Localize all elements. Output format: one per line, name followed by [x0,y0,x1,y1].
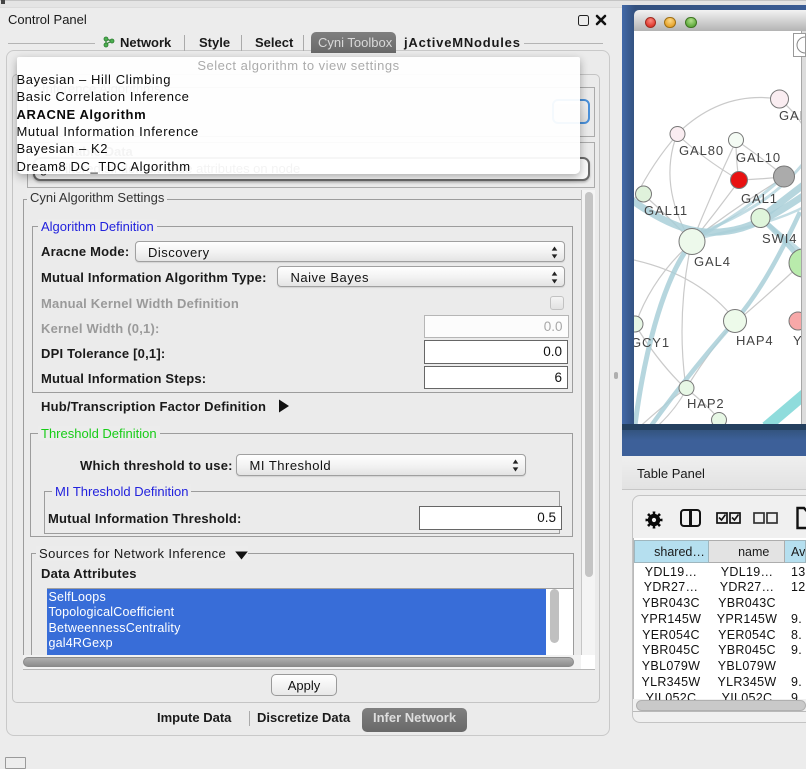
svg-text:GAL11: GAL11 [644,203,688,218]
svg-text:GAL1: GAL1 [741,191,778,206]
svg-text:GAL4: GAL4 [694,254,731,269]
svg-text:GAL80: GAL80 [679,143,724,158]
svg-text:SWI4: SWI4 [762,231,797,246]
svg-text:HAP2: HAP2 [687,396,725,411]
svg-text:GAL10: GAL10 [736,150,781,165]
svg-text:GCY1: GCY1 [634,335,670,350]
svg-text:HAP4: HAP4 [736,333,774,348]
